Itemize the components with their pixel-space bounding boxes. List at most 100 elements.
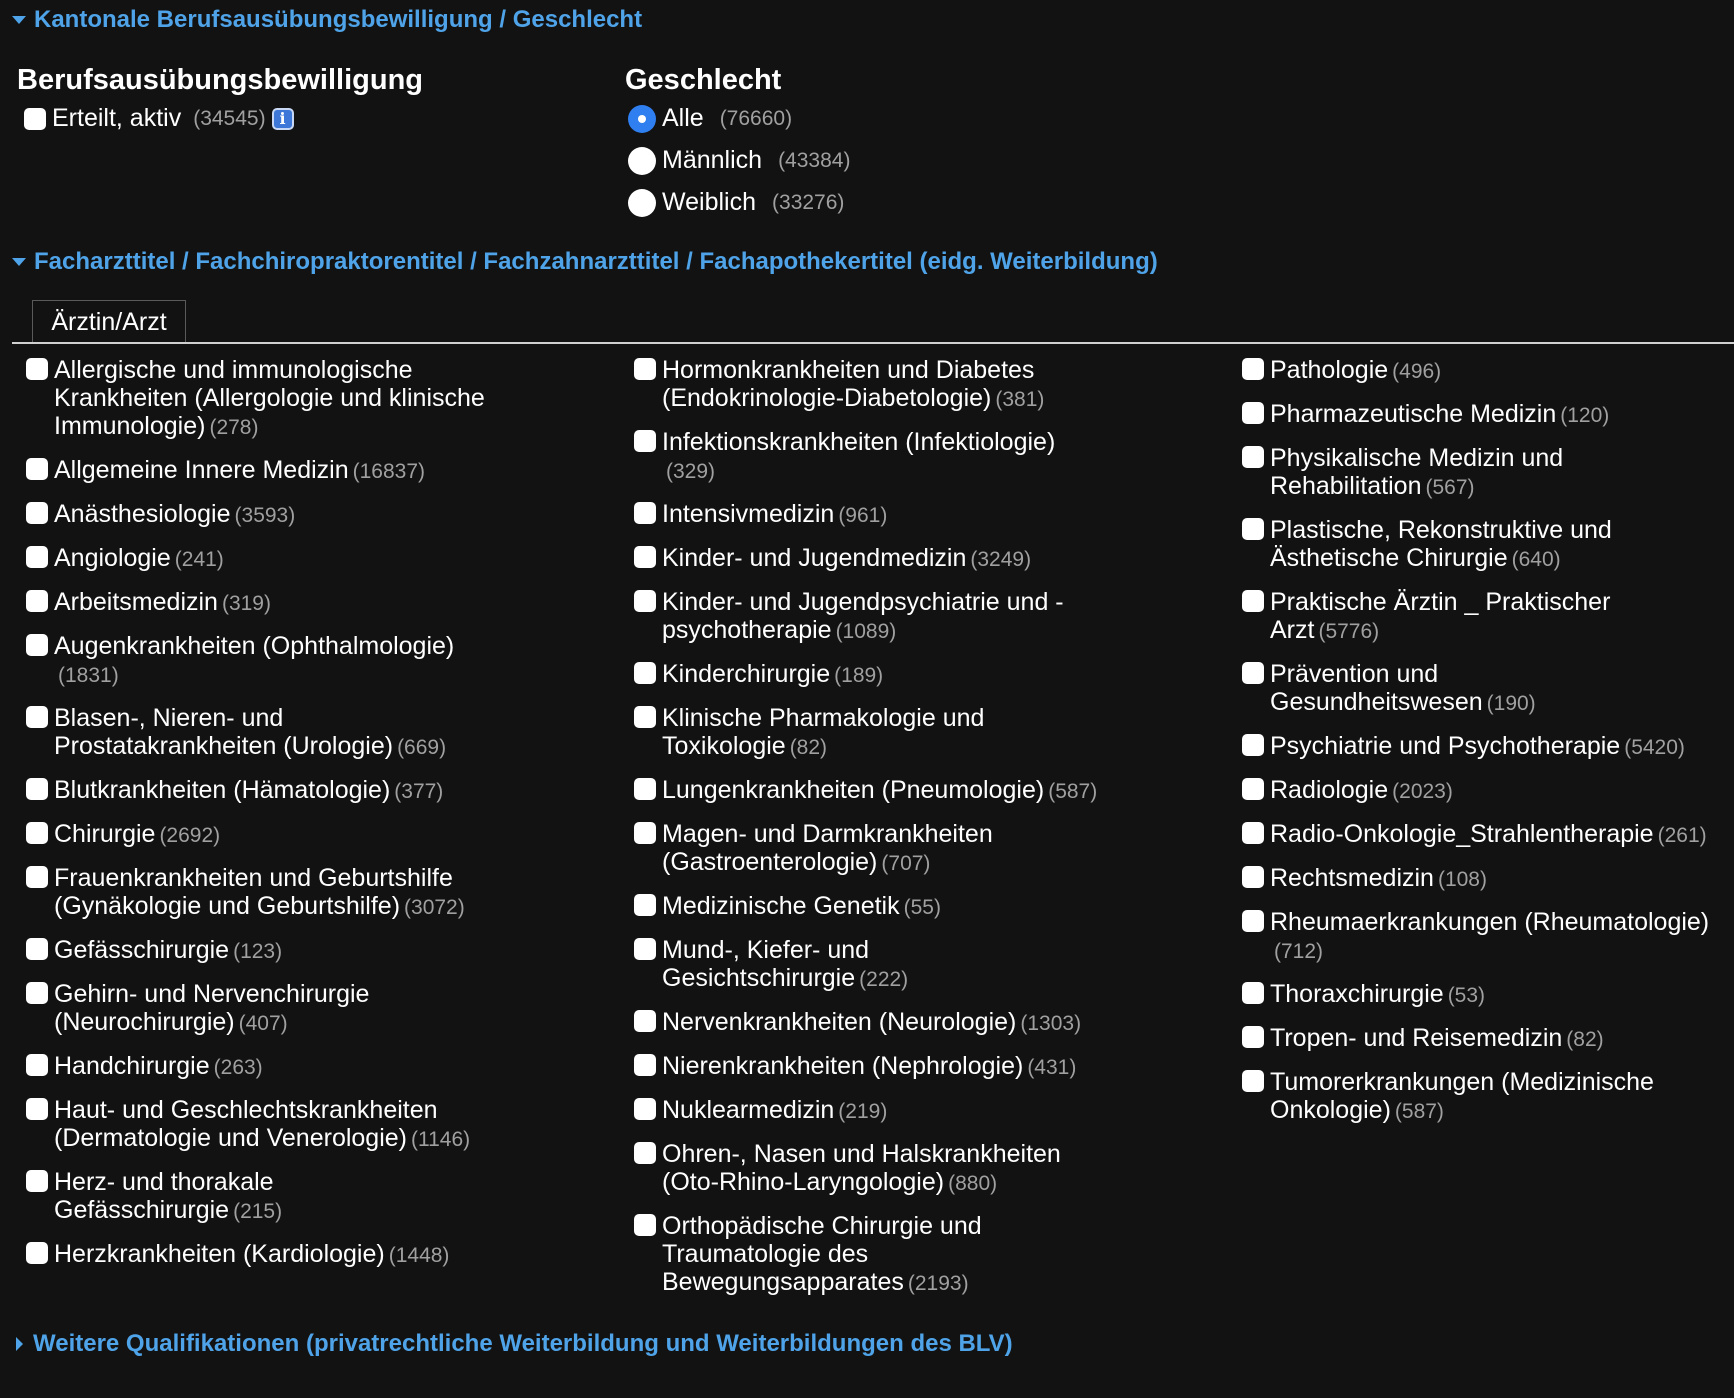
checkbox[interactable]: [634, 1098, 656, 1120]
checkbox[interactable]: [1242, 446, 1264, 468]
checkbox[interactable]: [26, 502, 48, 524]
specialty-option[interactable]: Handchirurgie (263): [24, 1052, 494, 1082]
checkbox[interactable]: [634, 938, 656, 960]
specialty-option[interactable]: Angiologie (241): [24, 544, 494, 574]
checkbox[interactable]: [634, 590, 656, 612]
specialty-option[interactable]: Arbeitsmedizin (319): [24, 588, 494, 618]
checkbox[interactable]: [26, 358, 48, 380]
checkbox[interactable]: [1242, 982, 1264, 1004]
specialty-option[interactable]: Augenkrankheiten (Ophthalmologie) (1831): [24, 632, 494, 690]
specialty-option[interactable]: Kinder- und Jugendmedizin (3249): [632, 544, 1102, 574]
specialty-option[interactable]: Plastische, Rekonstruktive und Ästhetisc…: [1240, 516, 1710, 574]
specialty-option[interactable]: Lungenkrankheiten (Pneumologie) (587): [632, 776, 1102, 806]
checkbox[interactable]: [634, 1010, 656, 1032]
checkbox[interactable]: [1242, 734, 1264, 756]
checkbox[interactable]: [1242, 402, 1264, 424]
specialty-option[interactable]: Psychiatrie und Psychotherapie (5420): [1240, 732, 1710, 762]
specialty-option[interactable]: Haut- und Geschlechtskrankheiten (Dermat…: [24, 1096, 494, 1154]
specialty-option[interactable]: Infektionskrankheiten (Infektiologie) (32…: [632, 428, 1102, 486]
checkbox[interactable]: [24, 107, 46, 130]
specialty-option[interactable]: Magen- und Darmkrankheiten (Gastroentero…: [632, 820, 1102, 878]
specialty-option[interactable]: Klinische Pharmakologie und Toxikologie(…: [632, 704, 1102, 762]
radio-button[interactable]: [628, 146, 656, 175]
specialty-option[interactable]: Allgemeine Innere Medizin (16837): [24, 456, 494, 486]
checkbox[interactable]: [1242, 662, 1264, 684]
specialty-option[interactable]: Nuklearmedizin (219): [632, 1096, 1102, 1126]
specialty-option[interactable]: Tumorerkrankungen (Medizinische Onkologi…: [1240, 1068, 1710, 1126]
checkbox[interactable]: [634, 822, 656, 844]
checkbox[interactable]: [26, 634, 48, 656]
permit-option-active[interactable]: Erteilt, aktiv (34545) i: [24, 104, 294, 133]
specialty-option[interactable]: Herzkrankheiten (Kardiologie) (1448): [24, 1240, 494, 1270]
specialty-option[interactable]: Rechtsmedizin (108): [1240, 864, 1710, 894]
checkbox[interactable]: [26, 778, 48, 800]
checkbox[interactable]: [26, 982, 48, 1004]
checkbox[interactable]: [26, 458, 48, 480]
specialty-option[interactable]: Kinder- und Jugendpsychiatrie und -psych…: [632, 588, 1102, 646]
checkbox[interactable]: [1242, 910, 1264, 932]
checkbox[interactable]: [1242, 778, 1264, 800]
section-header-further-qualifications[interactable]: Weitere Qualifikationen (privatrechtlich…: [12, 1330, 1013, 1358]
section-header-permit-gender[interactable]: Kantonale Berufsausübungsbewilligung / G…: [12, 6, 642, 34]
checkbox[interactable]: [634, 358, 656, 380]
checkbox[interactable]: [26, 866, 48, 888]
checkbox[interactable]: [634, 1142, 656, 1164]
checkbox[interactable]: [1242, 358, 1264, 380]
specialty-option[interactable]: Anästhesiologie (3593): [24, 500, 494, 530]
specialty-option[interactable]: Kinderchirurgie (189): [632, 660, 1102, 690]
specialty-option[interactable]: Gefässchirurgie (123): [24, 936, 494, 966]
checkbox[interactable]: [634, 894, 656, 916]
specialty-option[interactable]: Orthopädische Chirurgie und Traumatologi…: [632, 1212, 1102, 1298]
specialty-option[interactable]: Thoraxchirurgie (53): [1240, 980, 1710, 1010]
checkbox[interactable]: [26, 822, 48, 844]
specialty-option[interactable]: Herz- und thorakale Gefässchirurgie (215): [24, 1168, 494, 1226]
checkbox[interactable]: [634, 546, 656, 568]
tab-aerztin-arzt[interactable]: Ärztin/Arzt: [32, 300, 186, 343]
checkbox[interactable]: [26, 546, 48, 568]
specialty-option[interactable]: Intensivmedizin (961): [632, 500, 1102, 530]
checkbox[interactable]: [634, 778, 656, 800]
specialty-option[interactable]: Frauenkrankheiten und Geburtshilfe (Gynä…: [24, 864, 494, 922]
specialty-option[interactable]: Rheumaerkrankungen (Rheumatologie) (712): [1240, 908, 1710, 966]
specialty-option[interactable]: Pathologie (496): [1240, 356, 1710, 386]
specialty-option[interactable]: Blasen-, Nieren- und Prostatakrankheiten…: [24, 704, 494, 762]
section-header-specialist-titles[interactable]: Facharzttitel / Fachchiropraktorentitel …: [12, 248, 1158, 276]
specialty-option[interactable]: Ohren-, Nasen und Halskrankheiten (Oto-R…: [632, 1140, 1102, 1198]
checkbox[interactable]: [1242, 1070, 1264, 1092]
specialty-option[interactable]: Radio-Onkologie_Strahlentherapie (261): [1240, 820, 1710, 850]
specialty-option[interactable]: Tropen- und Reisemedizin (82): [1240, 1024, 1710, 1054]
specialty-option[interactable]: Nervenkrankheiten (Neurologie) (1303): [632, 1008, 1102, 1038]
checkbox[interactable]: [634, 662, 656, 684]
checkbox[interactable]: [634, 706, 656, 728]
checkbox[interactable]: [634, 1054, 656, 1076]
checkbox[interactable]: [26, 938, 48, 960]
specialty-option[interactable]: Praktische Ärztin _ Praktischer Arzt (577…: [1240, 588, 1710, 646]
checkbox[interactable]: [26, 1170, 48, 1192]
checkbox[interactable]: [26, 706, 48, 728]
checkbox[interactable]: [1242, 866, 1264, 888]
checkbox[interactable]: [26, 590, 48, 612]
specialty-option[interactable]: Medizinische Genetik (55): [632, 892, 1102, 922]
specialty-option[interactable]: Physikalische Medizin und Rehabilitation…: [1240, 444, 1710, 502]
specialty-option[interactable]: Allergische und immunologische Krankheit…: [24, 356, 494, 442]
checkbox[interactable]: [1242, 822, 1264, 844]
gender-option-maennlich[interactable]: Männlich (43384): [628, 146, 850, 175]
specialty-option[interactable]: Radiologie (2023): [1240, 776, 1710, 806]
specialty-option[interactable]: Gehirn- und Nervenchirurgie (Neurochirur…: [24, 980, 494, 1038]
checkbox[interactable]: [26, 1242, 48, 1264]
specialty-option[interactable]: Blutkrankheiten (Hämatologie) (377): [24, 776, 494, 806]
gender-option-alle[interactable]: Alle (76660): [628, 104, 792, 133]
specialty-option[interactable]: Chirurgie (2692): [24, 820, 494, 850]
gender-option-weiblich[interactable]: Weiblich (33276): [628, 188, 844, 217]
specialty-option[interactable]: Prävention und Gesundheitswesen (190): [1240, 660, 1710, 718]
checkbox[interactable]: [634, 430, 656, 452]
checkbox[interactable]: [1242, 518, 1264, 540]
radio-button[interactable]: [628, 104, 656, 133]
checkbox[interactable]: [26, 1054, 48, 1076]
specialty-option[interactable]: Pharmazeutische Medizin (120): [1240, 400, 1710, 430]
checkbox[interactable]: [1242, 1026, 1264, 1048]
checkbox[interactable]: [1242, 590, 1264, 612]
specialty-option[interactable]: Mund-, Kiefer- und Gesichtschirurgie (222…: [632, 936, 1102, 994]
checkbox[interactable]: [634, 502, 656, 524]
specialty-option[interactable]: Nierenkrankheiten (Nephrologie) (431): [632, 1052, 1102, 1082]
